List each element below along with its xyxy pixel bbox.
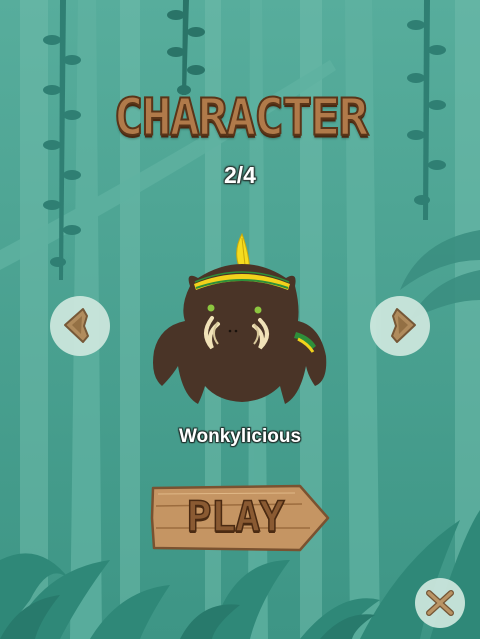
next-character-button[interactable] [370,296,430,356]
previous-character-button[interactable] [50,296,110,356]
character-wonkylicious [153,232,327,404]
close-x-icon [426,590,454,616]
play-label: PLAY [186,491,286,542]
arrow-left-icon [64,308,89,343]
character-counter: 2/4 [224,162,256,188]
close-button[interactable] [415,578,465,628]
game-scene: CHARACTER 2/4 Wonkylicious PLAY [0,0,480,639]
screen-title: CHARACTER [113,86,370,147]
play-button[interactable]: PLAY [150,484,330,552]
arrow-right-icon [391,308,416,343]
character-name: Wonkylicious [178,426,302,447]
